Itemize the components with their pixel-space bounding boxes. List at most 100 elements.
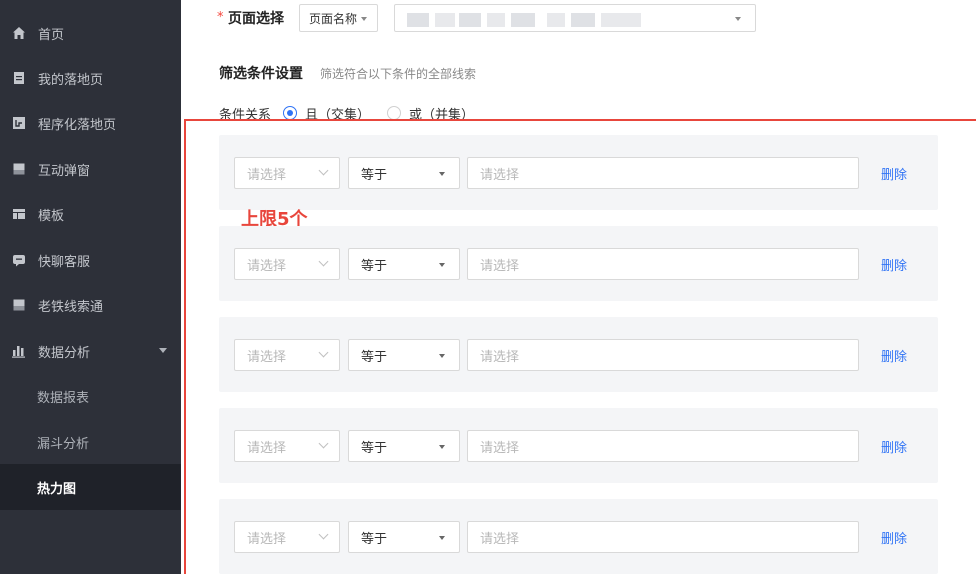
- sidebar-item-label: 互动弹窗: [38, 163, 91, 179]
- condition-operator-select[interactable]: 等于: [348, 248, 460, 280]
- redacted-text: [511, 13, 535, 27]
- operator-value: 等于: [361, 440, 388, 456]
- chevron-down-icon: [318, 529, 329, 540]
- sidebar-item-label: 我的落地页: [38, 72, 104, 88]
- operator-value: 等于: [361, 531, 388, 547]
- sidebar-item-programmatic-pages[interactable]: 程序化落地页: [0, 100, 181, 146]
- sidebar-item-label: 快聊客服: [38, 254, 91, 270]
- radio-and[interactable]: [283, 106, 297, 120]
- sidebar-item-label: 数据分析: [38, 345, 91, 361]
- chevron-down-icon: [318, 438, 329, 449]
- condition-operator-select[interactable]: 等于: [348, 157, 460, 189]
- sidebar-item-label: 模板: [38, 208, 65, 224]
- value-placeholder: 请选择: [480, 531, 520, 547]
- sidebar-subitem-data-report[interactable]: 数据报表: [0, 373, 181, 419]
- redacted-text: [571, 13, 595, 27]
- condition-value-input[interactable]: 请选择: [467, 339, 859, 371]
- page-select-dropdown[interactable]: [394, 4, 756, 32]
- sidebar-subitem-funnel-analysis[interactable]: 漏斗分析: [0, 419, 181, 465]
- caret-down-icon: [439, 172, 445, 176]
- chevron-down-icon: [318, 347, 329, 358]
- sidebar-item-label: 首页: [38, 27, 65, 43]
- condition-field-select[interactable]: 请选择: [234, 248, 340, 280]
- field-placeholder: 请选择: [247, 167, 287, 183]
- operator-value: 等于: [361, 258, 388, 274]
- condition-value-input[interactable]: 请选择: [467, 157, 859, 189]
- lead-icon: [12, 298, 26, 312]
- page-select-type-dropdown[interactable]: 页面名称: [299, 4, 378, 32]
- sidebar-item-label: 程序化落地页: [38, 117, 117, 133]
- sidebar-item-home[interactable]: 首页: [0, 10, 181, 56]
- required-mark: *: [217, 10, 224, 25]
- value-placeholder: 请选择: [480, 349, 520, 365]
- value-placeholder: 请选择: [480, 440, 520, 456]
- sidebar-subitem-label: 数据报表: [37, 390, 90, 406]
- sidebar-item-my-landing-pages[interactable]: 我的落地页: [0, 55, 181, 101]
- sidebar-subitem-heatmap[interactable]: 热力图: [0, 464, 181, 510]
- redacted-text: [435, 13, 455, 27]
- delete-condition-button[interactable]: 删除: [881, 164, 907, 183]
- caret-down-icon: [735, 17, 741, 21]
- chart-icon: [12, 344, 26, 358]
- condition-field-select[interactable]: 请选择: [234, 339, 340, 371]
- caret-down-icon: [439, 445, 445, 449]
- filter-section-title: 筛选条件设置: [219, 66, 303, 82]
- popup-icon: [12, 162, 26, 176]
- condition-operator-select[interactable]: 等于: [348, 339, 460, 371]
- redacted-text: [487, 13, 505, 27]
- condition-row: 请选择 等于 请选择 删除: [219, 135, 938, 210]
- delete-condition-button[interactable]: 删除: [881, 437, 907, 456]
- sidebar-item-quick-chat[interactable]: 快聊客服: [0, 237, 181, 283]
- radio-or[interactable]: [387, 106, 401, 120]
- chevron-down-icon: [159, 348, 167, 353]
- condition-value-input[interactable]: 请选择: [467, 248, 859, 280]
- home-icon: [12, 26, 26, 40]
- delete-condition-button[interactable]: 删除: [881, 346, 907, 365]
- condition-field-select[interactable]: 请选择: [234, 157, 340, 189]
- caret-down-icon: [361, 17, 367, 21]
- chevron-down-icon: [318, 256, 329, 267]
- redacted-text: [407, 13, 429, 27]
- sidebar-item-lead-tool[interactable]: 老铁线索通: [0, 282, 181, 328]
- condition-row: 请选择 等于 请选择 删除: [219, 408, 938, 483]
- caret-down-icon: [439, 536, 445, 540]
- condition-row: 请选择 等于 请选择 删除: [219, 317, 938, 392]
- field-placeholder: 请选择: [247, 440, 287, 456]
- delete-condition-button[interactable]: 删除: [881, 255, 907, 274]
- condition-operator-select[interactable]: 等于: [348, 521, 460, 553]
- sidebar-item-data-analysis[interactable]: 数据分析: [0, 328, 181, 374]
- page-select-type-value: 页面名称: [309, 11, 358, 26]
- document-icon: [12, 71, 26, 85]
- program-icon: [12, 116, 26, 130]
- redacted-text: [547, 13, 565, 27]
- chat-icon: [12, 253, 26, 267]
- sidebar: 首页 我的落地页 程序化落地页 互动弹窗 模板 快聊客服 老铁线索通 数据分析 …: [0, 0, 181, 574]
- condition-row: 请选择 等于 请选择 删除: [219, 226, 938, 301]
- field-placeholder: 请选择: [247, 349, 287, 365]
- sidebar-subitem-label: 漏斗分析: [37, 436, 90, 452]
- main-content: * 页面选择 页面名称 筛选条件设置 筛选符合以下条件的全部线索 条件关系 且（…: [181, 0, 976, 574]
- condition-value-input[interactable]: 请选择: [467, 430, 859, 462]
- field-placeholder: 请选择: [247, 531, 287, 547]
- field-placeholder: 请选择: [247, 258, 287, 274]
- redacted-text: [601, 13, 641, 27]
- operator-value: 等于: [361, 167, 388, 183]
- filter-section-subtitle: 筛选符合以下条件的全部线索: [320, 67, 477, 81]
- value-placeholder: 请选择: [480, 167, 520, 183]
- condition-operator-select[interactable]: 等于: [348, 430, 460, 462]
- redacted-text: [459, 13, 481, 27]
- delete-condition-button[interactable]: 删除: [881, 528, 907, 547]
- sidebar-item-label: 老铁线索通: [38, 299, 104, 315]
- value-placeholder: 请选择: [480, 258, 520, 274]
- sidebar-item-interactive-popup[interactable]: 互动弹窗: [0, 146, 181, 192]
- condition-field-select[interactable]: 请选择: [234, 430, 340, 462]
- sidebar-item-template[interactable]: 模板: [0, 191, 181, 237]
- sidebar-subitem-label: 热力图: [37, 481, 77, 497]
- page-select-label: 页面选择: [228, 11, 284, 27]
- operator-value: 等于: [361, 349, 388, 365]
- condition-field-select[interactable]: 请选择: [234, 521, 340, 553]
- condition-value-input[interactable]: 请选择: [467, 521, 859, 553]
- template-icon: [12, 207, 26, 221]
- caret-down-icon: [439, 263, 445, 267]
- chevron-down-icon: [318, 165, 329, 176]
